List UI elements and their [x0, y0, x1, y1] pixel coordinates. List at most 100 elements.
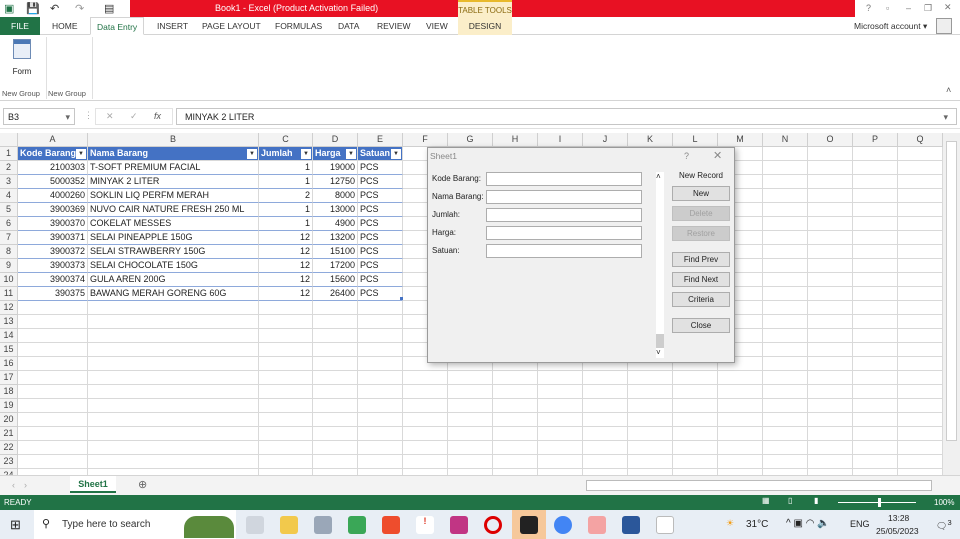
cell[interactable] — [88, 399, 259, 413]
close-button[interactable]: Close — [672, 318, 730, 333]
cell[interactable] — [898, 217, 943, 231]
table-cell[interactable]: 1 — [259, 161, 313, 175]
field-input[interactable] — [486, 190, 642, 204]
cell[interactable] — [673, 371, 718, 385]
cell[interactable] — [853, 315, 898, 329]
column-header-F[interactable]: F — [403, 133, 448, 147]
new-button[interactable]: New — [672, 186, 730, 201]
cell[interactable] — [898, 455, 943, 469]
table-cell[interactable]: 3900372 — [18, 245, 88, 259]
tab-formulas[interactable]: FORMULAS — [269, 17, 328, 35]
horizontal-scrollbar[interactable] — [586, 480, 932, 491]
field-input[interactable] — [486, 226, 642, 240]
field-input[interactable] — [486, 208, 642, 222]
cell[interactable] — [358, 343, 403, 357]
find-prev-button[interactable]: Find Prev — [672, 252, 730, 267]
cell[interactable] — [628, 413, 673, 427]
column-header-K[interactable]: K — [628, 133, 673, 147]
table-cell[interactable]: 12 — [259, 259, 313, 273]
table-header-cell[interactable]: Harga ▼ — [313, 147, 358, 161]
restore-icon[interactable]: ❐ — [924, 3, 932, 14]
cell[interactable] — [628, 371, 673, 385]
cell[interactable] — [448, 371, 493, 385]
page-break-view-icon[interactable]: ▮ — [814, 496, 818, 505]
cell[interactable] — [808, 147, 853, 161]
tab-file[interactable]: FILE — [0, 17, 40, 35]
cell[interactable] — [358, 413, 403, 427]
cell[interactable] — [808, 441, 853, 455]
cell[interactable] — [583, 441, 628, 455]
language-indicator[interactable]: ENG — [850, 519, 870, 529]
table-cell[interactable]: PCS — [358, 203, 403, 217]
cell[interactable] — [763, 161, 808, 175]
cell[interactable] — [808, 315, 853, 329]
row-header[interactable]: 1 — [0, 147, 18, 161]
row-header[interactable]: 17 — [0, 371, 18, 385]
row-header[interactable]: 19 — [0, 399, 18, 413]
save-icon[interactable]: 💾 — [26, 2, 40, 15]
cell[interactable] — [763, 413, 808, 427]
cell[interactable] — [448, 441, 493, 455]
cell[interactable] — [763, 273, 808, 287]
cell[interactable] — [358, 371, 403, 385]
tab-insert[interactable]: INSERT — [151, 17, 194, 35]
column-header-J[interactable]: J — [583, 133, 628, 147]
cell[interactable] — [538, 441, 583, 455]
cell[interactable] — [808, 413, 853, 427]
table-resize-handle[interactable] — [400, 297, 403, 300]
cell[interactable] — [18, 343, 88, 357]
cell[interactable] — [763, 329, 808, 343]
column-header-N[interactable]: N — [763, 133, 808, 147]
cell[interactable] — [853, 259, 898, 273]
app-icon[interactable] — [588, 516, 606, 534]
cell[interactable] — [718, 385, 763, 399]
cell[interactable] — [808, 245, 853, 259]
cell[interactable] — [259, 413, 313, 427]
cell[interactable] — [538, 427, 583, 441]
cell[interactable] — [763, 315, 808, 329]
cell[interactable] — [763, 231, 808, 245]
clock-time[interactable]: 13:28 — [888, 513, 909, 523]
cell[interactable] — [493, 371, 538, 385]
cell[interactable] — [18, 427, 88, 441]
cell[interactable] — [538, 413, 583, 427]
table-cell[interactable]: 3900374 — [18, 273, 88, 287]
scroll-down-icon[interactable]: ˅ — [656, 348, 661, 357]
cell[interactable] — [808, 273, 853, 287]
cell[interactable] — [259, 329, 313, 343]
cell[interactable] — [448, 413, 493, 427]
cell[interactable] — [898, 385, 943, 399]
table-cell[interactable]: SELAI PINEAPPLE 150G — [88, 231, 259, 245]
cell[interactable] — [853, 427, 898, 441]
cell[interactable] — [259, 371, 313, 385]
table-header-cell[interactable]: Nama Barang ▼ — [88, 147, 259, 161]
cell[interactable] — [259, 399, 313, 413]
cell[interactable] — [448, 385, 493, 399]
cell[interactable] — [763, 287, 808, 301]
taskbar-search[interactable]: ⚲ Type here to search — [34, 510, 236, 539]
cell[interactable] — [853, 455, 898, 469]
table-cell[interactable]: 5000352 — [18, 175, 88, 189]
row-header[interactable]: 21 — [0, 427, 18, 441]
cell[interactable] — [808, 203, 853, 217]
cell[interactable] — [898, 189, 943, 203]
file-explorer-icon[interactable] — [280, 516, 298, 534]
filter-dropdown-icon[interactable]: ▼ — [76, 149, 86, 159]
tab-design[interactable]: DESIGN — [458, 17, 512, 35]
cell[interactable] — [898, 245, 943, 259]
table-cell[interactable]: 1 — [259, 175, 313, 189]
row-header[interactable]: 13 — [0, 315, 18, 329]
cell[interactable] — [898, 147, 943, 161]
column-header-P[interactable]: P — [853, 133, 898, 147]
cell[interactable] — [673, 455, 718, 469]
filter-dropdown-icon[interactable]: ▼ — [346, 149, 356, 159]
tab-page-layout[interactable]: PAGE LAYOUT — [196, 17, 267, 35]
table-cell[interactable]: 12 — [259, 245, 313, 259]
column-header-E[interactable]: E — [358, 133, 403, 147]
table-cell[interactable]: 3900370 — [18, 217, 88, 231]
cell[interactable] — [853, 217, 898, 231]
column-header-A[interactable]: A — [18, 133, 88, 147]
cell[interactable] — [808, 231, 853, 245]
cell[interactable] — [403, 427, 448, 441]
cell[interactable] — [673, 399, 718, 413]
